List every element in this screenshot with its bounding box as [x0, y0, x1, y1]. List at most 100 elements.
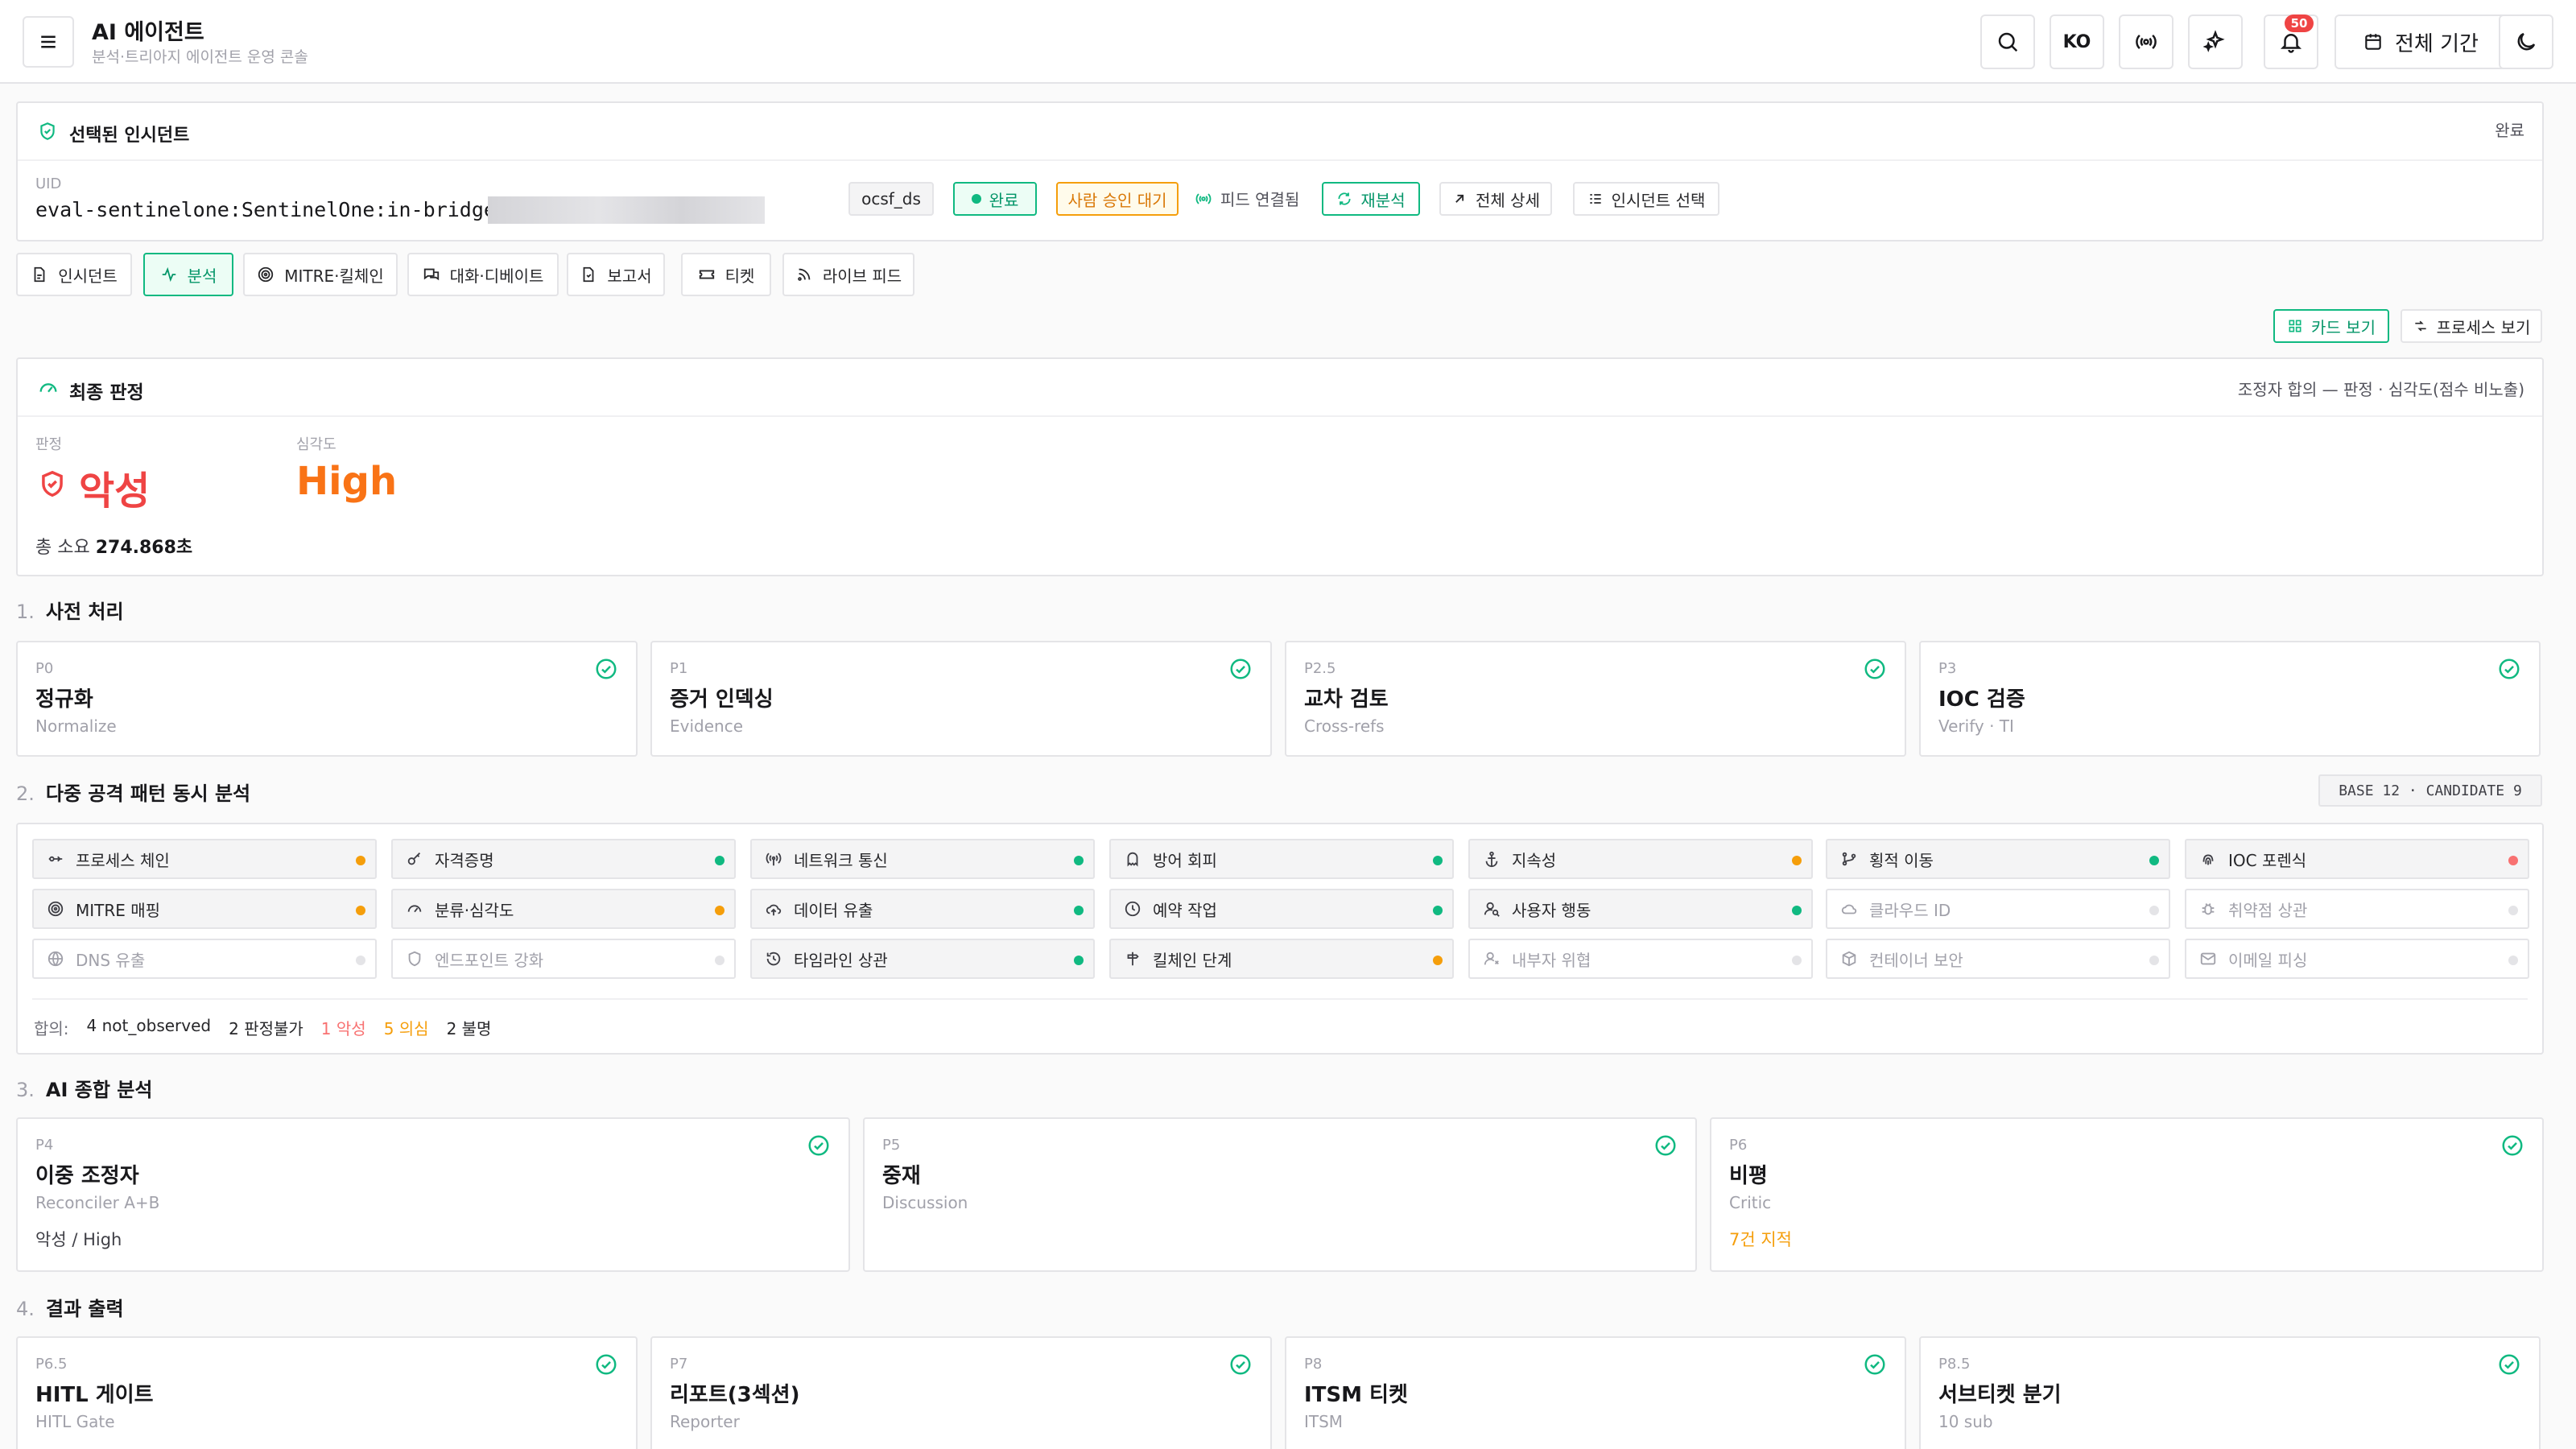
divider: [18, 415, 2542, 417]
pattern-item[interactable]: 지속성: [1468, 839, 1813, 879]
check-circle-icon: [808, 1135, 829, 1156]
step-card[interactable]: P6 비평 Critic 7건 지적: [1710, 1117, 2544, 1272]
consensus-undecidable: 2 판정불가: [229, 1019, 303, 1038]
elapsed-value: 274.868초: [95, 538, 193, 558]
step-card[interactable]: P4 이중 조정자 Reconciler A+B 악성 / High: [16, 1117, 850, 1272]
uid-label: UID: [35, 175, 62, 192]
tab-debate[interactable]: 대화·디베이트: [407, 253, 559, 296]
pattern-item[interactable]: 분류·심각도: [391, 889, 736, 929]
tab-mitre-killchain[interactable]: MITRE·킬체인: [243, 253, 398, 296]
step-card[interactable]: P8.5 서브티켓 분기 10 sub: [1919, 1336, 2541, 1449]
process-view-button[interactable]: 프로세스 보기: [2401, 309, 2542, 343]
ticket-icon: [699, 270, 714, 279]
step-code: P1: [670, 660, 688, 677]
moon-icon: [2517, 32, 2536, 51]
step-subtitle: Critic: [1729, 1193, 1772, 1212]
pattern-item[interactable]: 컨테이너 보안: [1826, 939, 2170, 979]
pattern-label: 취약점 상관: [2228, 900, 2308, 920]
pattern-label: 내부자 위협: [1512, 950, 1591, 970]
step-card[interactable]: P5 중재 Discussion: [863, 1117, 1697, 1272]
pattern-item[interactable]: 예약 작업: [1109, 889, 1454, 929]
messages-icon: [423, 268, 439, 281]
gauge-icon: [39, 383, 57, 393]
check-circle-icon: [1864, 658, 1885, 679]
step-card[interactable]: P8 ITSM 티켓 ITSM: [1285, 1336, 1906, 1449]
tab-ticket[interactable]: 티켓: [681, 253, 771, 296]
tab-report[interactable]: 보고서: [567, 253, 665, 296]
full-details-button[interactable]: 전체 상세: [1439, 182, 1552, 216]
pattern-item[interactable]: IOC 포렌식: [2185, 839, 2529, 879]
pattern-item[interactable]: 프로세스 체인: [32, 839, 377, 879]
pattern-item[interactable]: 클라우드 ID: [1826, 889, 2170, 929]
step-card[interactable]: P0 정규화 Normalize: [16, 641, 638, 757]
pattern-item[interactable]: 취약점 상관: [2185, 889, 2529, 929]
step-card[interactable]: P1 증거 인덱싱 Evidence: [650, 641, 1272, 757]
shield-alert-icon: [42, 470, 63, 497]
pattern-item[interactable]: 네트워크 통신: [750, 839, 1095, 879]
activity-icon: [162, 266, 175, 283]
final-verdict-panel: 최종 판정 조정자 합의 — 판정 · 심각도(점수 비노출) 판정 악성 심각…: [16, 357, 2544, 576]
step-subtitle: ITSM: [1304, 1412, 1344, 1431]
period-selector[interactable]: 전체 기간: [2334, 14, 2507, 69]
verdict-note: 조정자 합의 — 판정 · 심각도(점수 비노출): [2237, 380, 2524, 399]
feed-status-label: 피드 연결됨: [1220, 190, 1300, 209]
consensus-suspicious: 5 의심: [383, 1019, 429, 1038]
pattern-label: 지속성: [1512, 850, 1557, 870]
step-name: 이중 조정자: [35, 1164, 139, 1188]
tab-label: 티켓: [724, 266, 755, 286]
check-circle-icon: [1655, 1135, 1676, 1156]
menu-button[interactable]: [23, 16, 74, 68]
arrow-up-right-icon: [1455, 194, 1464, 203]
pattern-item[interactable]: 타임라인 상관: [750, 939, 1095, 979]
signpost-icon: [1127, 952, 1139, 966]
shield-check-icon: [40, 122, 55, 140]
live-feed-button[interactable]: [2119, 14, 2174, 69]
reanalyze-label: 재분석: [1360, 190, 1406, 210]
select-incident-button[interactable]: 인시던트 선택: [1573, 182, 1719, 216]
ai-sparkles-button[interactable]: [2188, 14, 2243, 69]
theme-toggle-button[interactable]: [2499, 14, 2553, 69]
pattern-item[interactable]: 데이터 유출: [750, 889, 1095, 929]
tab-live-feed[interactable]: 라이브 피드: [782, 253, 914, 296]
tab-label: 보고서: [607, 266, 652, 286]
card-view-button[interactable]: 카드 보기: [2273, 309, 2389, 343]
step-card[interactable]: P6.5 HITL 게이트 HITL Gate: [16, 1336, 638, 1449]
step-subtitle: Verify · TI: [1938, 716, 2014, 736]
pattern-item[interactable]: 사용자 행동: [1468, 889, 1813, 929]
pattern-item[interactable]: 킬체인 단계: [1109, 939, 1454, 979]
pattern-item[interactable]: 내부자 위협: [1468, 939, 1813, 979]
selected-incident-panel: 선택된 인시던트 완료 UID eval-sentinelone:Sentine…: [16, 101, 2544, 242]
pattern-item[interactable]: 자격증명: [391, 839, 736, 879]
step-card[interactable]: P2.5 교차 검토 Cross-refs: [1285, 641, 1906, 757]
pattern-item[interactable]: 이메일 피싱: [2185, 939, 2529, 979]
status-dot-icon: [715, 906, 724, 915]
pattern-item[interactable]: 엔드포인트 강화: [391, 939, 736, 979]
language-button[interactable]: KO: [2050, 14, 2104, 69]
status-dot-icon: [1792, 956, 1802, 965]
check-circle-icon: [596, 658, 617, 679]
key-icon: [407, 852, 421, 865]
pattern-label: 이메일 피싱: [2228, 950, 2308, 970]
pattern-label: 엔드포인트 강화: [435, 950, 544, 970]
pattern-item[interactable]: DNS 유출: [32, 939, 377, 979]
tab-label: 분석: [187, 266, 217, 286]
search-button[interactable]: [1980, 14, 2035, 69]
tab-analysis[interactable]: 분석: [143, 253, 233, 296]
tab-label: 인시던트: [58, 266, 118, 286]
status-dot-icon: [2508, 856, 2518, 865]
bug-icon: [2202, 903, 2215, 915]
pattern-item[interactable]: MITRE 매핑: [32, 889, 377, 929]
workflow-icon: [2414, 320, 2426, 332]
status-badge-label: 완료: [989, 190, 1019, 210]
pattern-item[interactable]: 방어 회피: [1109, 839, 1454, 879]
user-x-icon: [1484, 952, 1499, 965]
reanalyze-button[interactable]: 재분석: [1322, 182, 1420, 216]
pattern-label: 네트워크 통신: [794, 850, 888, 870]
step-card[interactable]: P7 리포트(3섹션) Reporter: [650, 1336, 1272, 1449]
step-card[interactable]: P3 IOC 검증 Verify · TI: [1919, 641, 2541, 757]
step-code: P4: [35, 1137, 54, 1154]
pattern-item[interactable]: 횡적 이동: [1826, 839, 2170, 879]
tab-incident[interactable]: 인시던트: [16, 253, 132, 296]
step-code: P6.5: [35, 1356, 68, 1373]
status-dot-icon: [1792, 906, 1802, 915]
